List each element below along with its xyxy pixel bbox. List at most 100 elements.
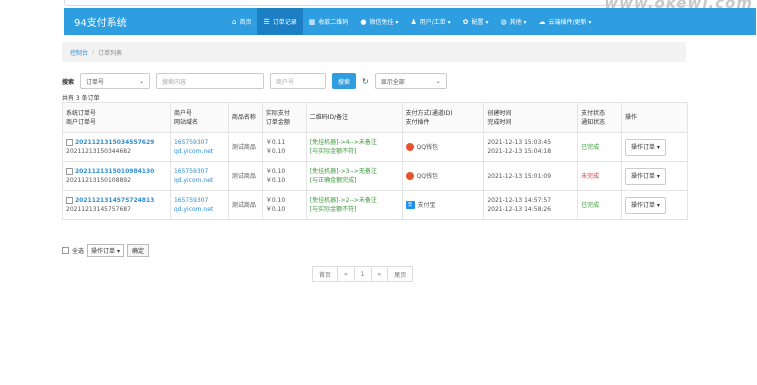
row-checkbox[interactable] <box>66 168 73 175</box>
brand-title[interactable]: 94支付系统 <box>64 14 226 29</box>
gear-icon: ✿ <box>462 17 469 26</box>
list-icon: ☰ <box>263 17 270 26</box>
column-header-line: 创建时间 <box>487 109 512 117</box>
table-cell: 165759307 qd.yicom.net <box>169 132 229 162</box>
table-cell: 165759307 qd.yicom.net <box>169 161 229 191</box>
created-time: 2021-12-13 15:01:09 <box>487 172 552 180</box>
pager-item[interactable]: « <box>337 266 355 282</box>
merchant-id-link[interactable]: 165759307 <box>174 167 225 176</box>
table-cell: 2021-12-13 14:57:57 2021-12-13 14:58:26 <box>483 190 579 220</box>
nav-item-label: 其他 ▾ <box>509 19 527 26</box>
merchant-order-id: 20211213145757687 <box>66 206 131 213</box>
operate-order-button[interactable]: 操作订单 ▾ <box>625 196 666 214</box>
column-header-line: 系统订单号 <box>66 109 97 117</box>
column-header: 系统订单号 商户订单号 <box>62 102 171 133</box>
table-row: 2021121314575724813 20211213145757687 1657… <box>62 190 688 220</box>
nav-item-label: 配置 ▾ <box>471 19 489 26</box>
display-filter-select[interactable]: 显示全部 ⌄ <box>374 73 447 89</box>
nav-item-label: 微信免挂 ▾ <box>369 19 399 26</box>
user-icon: ♟ <box>410 17 417 26</box>
paid-amount: ￥0.10 <box>265 197 286 204</box>
search-field-value: 订单号 <box>86 78 105 86</box>
system-order-id[interactable]: 2021121314575724813 <box>66 196 167 205</box>
operate-order-button[interactable]: 操作订单 ▾ <box>625 138 666 156</box>
table-cell: 2021121315034557629 20211213150344682 <box>62 132 171 162</box>
pager-item[interactable]: 首页 <box>312 266 339 282</box>
search-field-select[interactable]: 订单号 ⌄ <box>80 73 151 89</box>
nav-item-label: 订单记录 <box>272 19 297 26</box>
table-cell: 操作订单 ▾ <box>621 132 688 162</box>
column-header: 商品名称 <box>227 102 263 133</box>
column-header-line: 商品名称 <box>231 114 256 121</box>
pager-item[interactable]: 1 <box>353 266 372 282</box>
domain-link[interactable]: qd.yicom.net <box>174 176 225 185</box>
system-order-id[interactable]: 2021121315010984130 <box>66 167 167 176</box>
nav-item-4[interactable]: ♟ 用户/工单 ▾ <box>404 8 456 35</box>
table-row: 2021121315010984130 20211213150108892 1657… <box>62 161 688 191</box>
column-header-line: 操作 <box>625 114 638 121</box>
search-label: 搜索 <box>62 78 75 86</box>
table-cell: ￥0.10 ￥0.10 <box>261 190 307 220</box>
pay-method: QQ钱包 <box>405 172 481 181</box>
pager-item[interactable]: » <box>370 266 389 282</box>
navbar: 94支付系统 ⌂ 首页 ☰ 订单记录 ▦ 收款二维码 ● 微信免挂 ▾ ♟ 用户/工单 ▾ ✿ 配置 … <box>64 8 756 35</box>
bulk-confirm-button[interactable]: 确定 <box>126 244 149 257</box>
column-header-line: 商户订单号 <box>66 118 97 126</box>
bulk-action-select[interactable]: 操作订单 ▾ <box>87 244 124 257</box>
merchant-id-link[interactable]: 165759307 <box>174 138 225 147</box>
operate-order-button[interactable]: 操作订单 ▾ <box>625 167 666 185</box>
created-time: 2021-12-13 14:57:57 <box>487 197 552 204</box>
column-header-line: 网站域名 <box>173 118 198 126</box>
column-header-line: 完成时间 <box>487 118 512 126</box>
finished-time: 2021-12-13 14:58:26 <box>487 206 552 213</box>
display-filter-value: 显示全部 <box>380 78 405 86</box>
search-content-input[interactable]: 搜索内容 <box>156 73 265 89</box>
merchant-id-input[interactable]: 商户号 <box>270 73 327 89</box>
system-order-id-text: 2021121314575724813 <box>75 197 155 204</box>
select-all-checkbox[interactable] <box>62 247 69 254</box>
nav-item-0[interactable]: ⌂ 首页 <box>226 8 257 35</box>
pay-method-label: QQ钱包 <box>416 143 438 151</box>
nav-item-2[interactable]: ▦ 收款二维码 <box>303 8 355 35</box>
orders-table: 系统订单号 商户订单号 商户号 网站域名 商品名称 实际支付 订单金额 二维码ID/备注 支付方… <box>62 102 688 220</box>
nav-item-7[interactable]: ☁ 云端插件/更新 ▾ <box>533 8 598 35</box>
chevron-down-icon: ⌄ <box>435 77 441 85</box>
order-count: 共有 3 条订单 <box>62 95 100 102</box>
order-amount: ￥0.10 <box>265 177 286 184</box>
nav-item-1[interactable]: ☰ 订单记录 <box>257 8 303 35</box>
table-body: 2021121315034557629 20211213150344682 1657… <box>62 132 688 220</box>
system-order-id[interactable]: 2021121315034557629 <box>66 138 167 147</box>
remark-line-2: [与正确金额完成] <box>309 177 357 184</box>
nav-item-label: 收款二维码 <box>318 19 349 26</box>
refresh-icon[interactable]: ↻ <box>362 77 369 86</box>
column-header-line: 通知状态 <box>581 118 606 126</box>
merchant-order-id: 20211213150108892 <box>66 177 131 184</box>
remark-line-2: [与实际金额不符] <box>309 206 357 213</box>
domain-link[interactable]: qd.yicom.net <box>174 147 225 156</box>
alipay-icon: 支 <box>405 201 415 209</box>
row-checkbox[interactable] <box>66 197 73 204</box>
remark-line-1: [免挂机器]->4-->未备注 <box>309 139 377 146</box>
home-icon: ⌂ <box>232 17 237 26</box>
column-header-line: 支付方式(通道ID) <box>405 109 453 117</box>
table-cell: ￥0.11 ￥0.10 <box>261 132 307 162</box>
nav-item-3[interactable]: ● 微信免挂 ▾ <box>354 8 404 35</box>
column-header-line: 二维码ID/备注 <box>309 114 349 121</box>
merchant-id-link[interactable]: 165759307 <box>174 196 225 205</box>
search-button[interactable]: 搜索 <box>332 73 357 89</box>
domain-link[interactable]: qd.yicom.net <box>174 205 225 214</box>
pager-item[interactable]: 尾页 <box>387 266 414 282</box>
table-cell: 支支付宝 <box>401 190 485 220</box>
select-all-label: 全选 <box>72 248 85 255</box>
created-time: 2021-12-13 15:03:45 <box>487 139 552 146</box>
nav-item-label: 云端插件/更新 ▾ <box>548 19 592 26</box>
nav-item-6[interactable]: ◍ 其他 ▾ <box>494 8 532 35</box>
chevron-down-icon: ⌄ <box>138 77 145 85</box>
globe-icon: ◍ <box>500 17 507 26</box>
table-header-row: 系统订单号 商户订单号 商户号 网站域名 商品名称 实际支付 订单金额 二维码ID/备注 支付方… <box>62 102 688 133</box>
row-checkbox[interactable] <box>66 139 73 146</box>
nav-item-5[interactable]: ✿ 配置 ▾ <box>457 8 495 35</box>
table-row: 2021121315034557629 20211213150344682 1657… <box>62 132 688 162</box>
breadcrumb-home[interactable]: 控制台 <box>70 48 88 57</box>
table-cell: 2021121314575724813 20211213145757687 <box>62 190 171 220</box>
